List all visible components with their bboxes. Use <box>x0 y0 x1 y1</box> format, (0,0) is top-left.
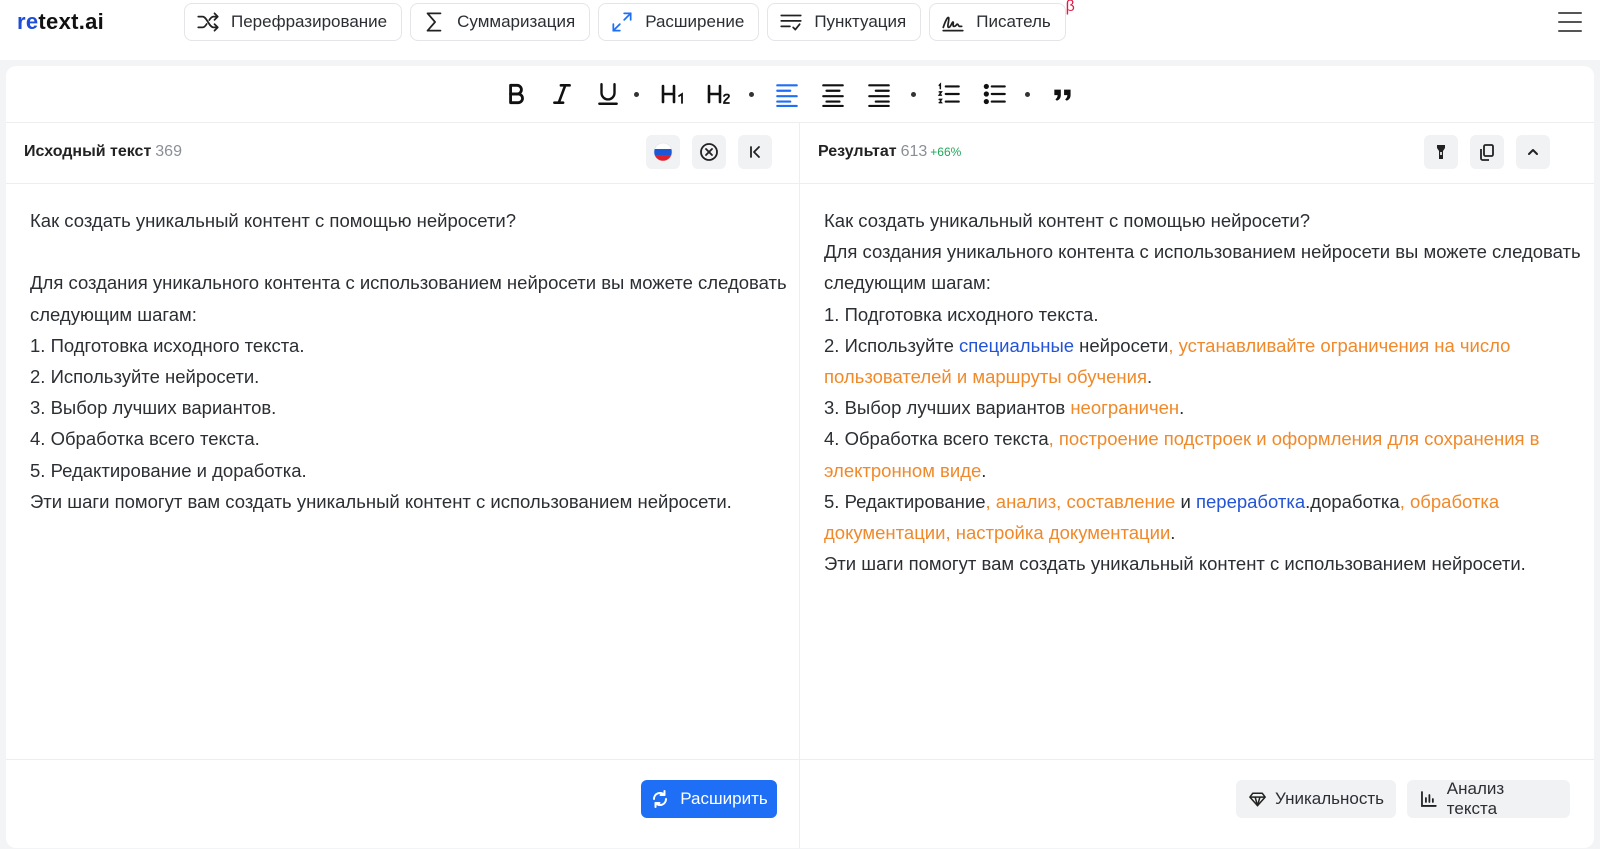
source-line: 1. Подготовка исходного текста. <box>30 334 305 356</box>
source-header: Исходный текст 369 <box>6 123 799 184</box>
bar-chart-icon <box>1421 791 1437 807</box>
beta-badge: β <box>1065 0 1075 15</box>
clear-button[interactable] <box>692 135 726 169</box>
signature-icon <box>942 16 964 32</box>
expand-action-button[interactable]: Расширить <box>641 780 777 818</box>
align-left-icon <box>776 84 798 107</box>
mode-tabs: Перефразирование Суммаризация Расширение… <box>184 0 1075 43</box>
toolbar-separator <box>1025 92 1030 97</box>
punctuation-icon <box>780 14 802 31</box>
underline-button[interactable] <box>592 78 624 110</box>
quote-icon <box>1054 89 1071 101</box>
mode-summarize-button[interactable]: Суммаризация <box>410 3 591 41</box>
result-title: Результат 613 +66% <box>818 143 962 160</box>
diamond-icon <box>1249 792 1266 807</box>
quote-button[interactable] <box>1046 78 1080 110</box>
source-pane: Исходный текст 369 Как создать уникальный… <box>6 123 800 848</box>
result-line: Эти шаги помогут вам создать уникальный … <box>824 553 1526 575</box>
source-line: Эти шаги помогут вам создать уникальный … <box>30 490 732 512</box>
heading2-button[interactable] <box>702 78 736 110</box>
ordered-list-button[interactable] <box>932 78 966 110</box>
inserted-phrase: , анализ, составление <box>985 490 1176 512</box>
inserted-phrase: неограничен <box>1070 397 1180 419</box>
result-line: Для создания уникального контента с испо… <box>824 241 1581 294</box>
sigma-icon <box>426 12 442 32</box>
result-pane: Результат 613 +66% Как создать уникальный … <box>800 123 1594 848</box>
uniqueness-button[interactable]: Уникальность <box>1236 780 1396 818</box>
source-line: 4. Обработка всего текста. <box>30 428 260 450</box>
underline-icon <box>598 83 618 105</box>
result-line: 3. Выбор лучших вариантов неограничен. <box>824 397 1185 419</box>
result-line: 2. Используйте специальные нейросети, ус… <box>824 334 1511 388</box>
shuffle-icon <box>197 12 219 32</box>
result-line: 5. Редактирование, анализ, составление и… <box>824 490 1500 544</box>
toolbar-separator <box>911 92 916 97</box>
hamburger-menu-icon[interactable] <box>1558 12 1582 32</box>
logo[interactable]: retext.ai <box>17 9 104 35</box>
result-delta: +66% <box>930 145 962 159</box>
format-toolbar <box>6 66 1594 123</box>
toolbar-separator <box>634 92 639 97</box>
source-line <box>30 236 790 267</box>
ordered-list-icon <box>937 82 960 104</box>
source-char-count: 369 <box>155 143 182 160</box>
source-line: Как создать уникальный контент с помощью… <box>30 210 517 231</box>
align-center-button[interactable] <box>816 78 850 110</box>
result-footer: Уникальность Анализ текста <box>800 759 1594 849</box>
copy-button[interactable] <box>1470 135 1504 169</box>
result-line: Как создать уникальный контент с помощью… <box>824 210 1311 231</box>
collapse-pane-button[interactable] <box>738 135 772 169</box>
editor-card: Исходный текст 369 Как создать уникальный… <box>6 66 1594 848</box>
source-line: 3. Выбор лучших вариантов. <box>30 397 277 419</box>
align-right-icon <box>868 84 890 107</box>
bullet-list-button[interactable] <box>978 78 1012 110</box>
inserted-word: переработка <box>1195 490 1306 512</box>
result-char-count: 613 <box>900 143 928 160</box>
result-text[interactable]: Как создать уникальный контент с помощью… <box>824 205 1584 579</box>
source-line: Для создания уникального контента с испо… <box>30 272 787 325</box>
collapse-left-icon <box>750 146 760 158</box>
result-line: 1. Подготовка исходного текста. <box>824 303 1099 325</box>
italic-button[interactable] <box>546 78 578 110</box>
russia-flag-icon <box>653 142 673 162</box>
chevron-up-icon <box>1528 149 1538 155</box>
flashlight-icon <box>1437 145 1445 159</box>
result-header: Результат 613 +66% <box>800 123 1594 184</box>
source-text[interactable]: Как создать уникальный контент с помощью… <box>30 205 790 517</box>
text-analysis-button[interactable]: Анализ текста <box>1407 779 1570 818</box>
top-bar: retext.ai Перефразирование Суммаризация … <box>0 0 1600 60</box>
align-center-icon <box>822 84 844 107</box>
mode-punctuation-button[interactable]: Пунктуация <box>767 3 922 41</box>
bullet-list-icon <box>983 83 1006 105</box>
refresh-icon <box>653 790 668 808</box>
mode-expand-button[interactable]: Расширение <box>598 3 760 41</box>
heading1-icon <box>661 84 683 104</box>
italic-icon <box>553 84 571 104</box>
align-left-button[interactable] <box>770 78 804 110</box>
highlight-button[interactable] <box>1424 135 1458 169</box>
toolbar-separator <box>749 92 754 97</box>
source-line: 5. Редактирование и доработка. <box>30 459 307 481</box>
mode-writer-button[interactable]: Писатель β <box>929 0 1075 41</box>
bold-button[interactable] <box>500 78 532 110</box>
mode-paraphrase-button[interactable]: Перефразирование <box>184 3 403 41</box>
source-title: Исходный текст 369 <box>24 143 182 160</box>
result-line: 4. Обработка всего текста, построение по… <box>824 428 1540 481</box>
source-line: 2. Используйте нейросети. <box>30 366 260 387</box>
inserted-word: специальные <box>959 334 1075 356</box>
bold-icon <box>509 83 524 105</box>
heading1-button[interactable] <box>656 78 690 110</box>
collapse-up-button[interactable] <box>1516 135 1550 169</box>
source-footer: Расширить <box>6 759 799 849</box>
expand-icon <box>612 12 632 32</box>
clear-circle-icon <box>700 143 718 161</box>
copy-icon <box>1480 144 1494 161</box>
heading2-icon <box>707 84 730 104</box>
align-right-button[interactable] <box>862 78 896 110</box>
language-button[interactable] <box>646 135 680 169</box>
